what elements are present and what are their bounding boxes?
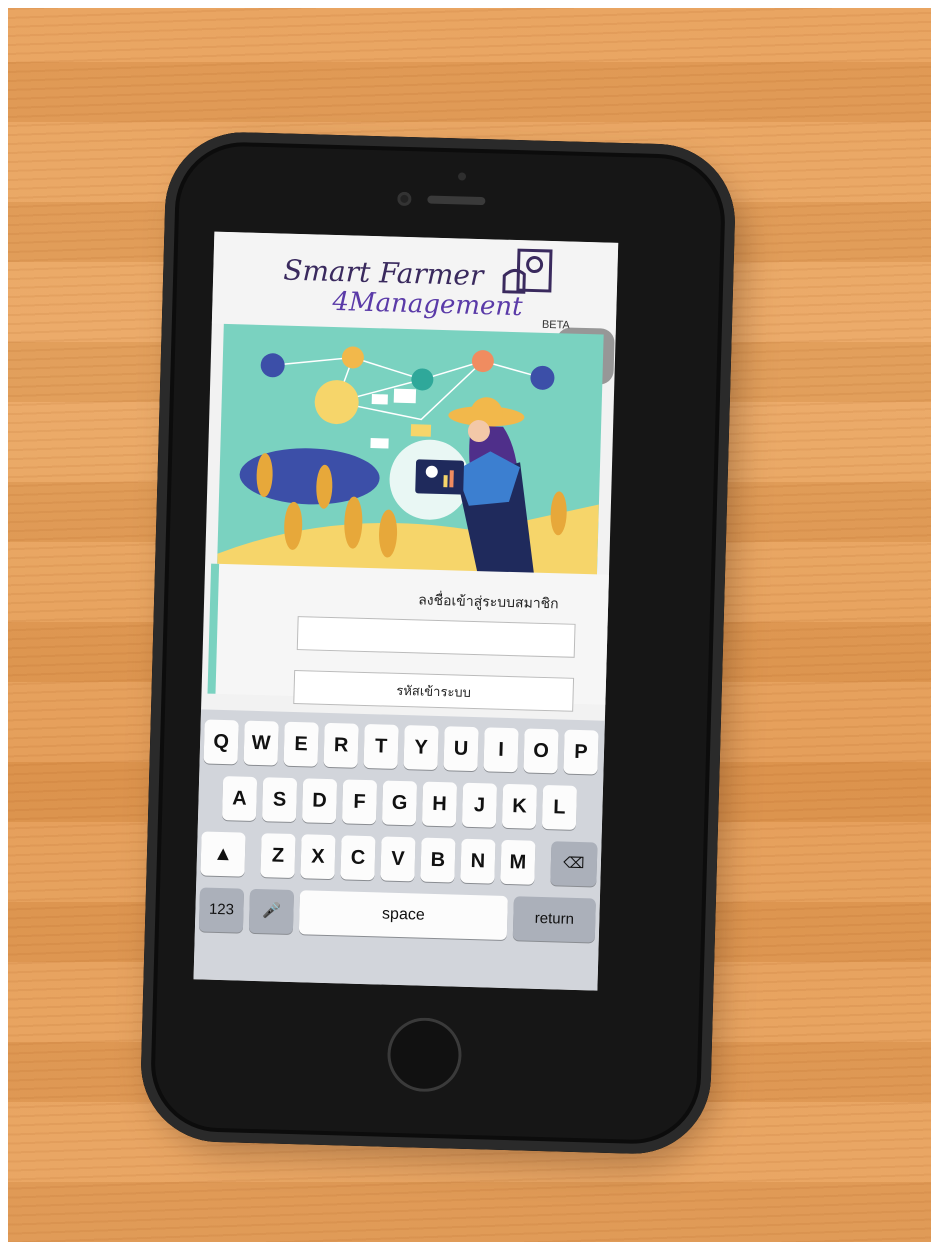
on-screen-keyboard: Q W E R T Y U I O P A S D F G H J K L ▲ … — [193, 709, 605, 991]
key-s[interactable]: S — [261, 777, 298, 823]
key-c[interactable]: C — [340, 835, 376, 881]
key-n[interactable]: N — [460, 838, 496, 884]
space-key[interactable]: space — [298, 890, 508, 941]
key-v[interactable]: V — [380, 836, 416, 882]
key-d[interactable]: D — [301, 778, 338, 824]
key-m[interactable]: M — [500, 839, 536, 885]
farmer-tablet-logo-icon — [502, 248, 553, 294]
key-o[interactable]: O — [523, 728, 559, 774]
front-camera — [397, 191, 412, 207]
smart-farm-illustration — [216, 323, 604, 583]
key-i[interactable]: I — [483, 727, 519, 773]
return-key[interactable]: return — [512, 896, 596, 943]
key-j[interactable]: J — [461, 782, 498, 828]
key-e[interactable]: E — [283, 721, 319, 767]
login-title: ลงชื่อเข้าสู่ระบบสมาชิก — [417, 591, 559, 612]
backspace-key[interactable]: ⌫ — [550, 841, 598, 887]
app-title-line1: Smart Farmer — [282, 253, 484, 293]
password-field[interactable]: รหัสเข้าระบบ — [293, 669, 575, 712]
login-form: ลงชื่อเข้าสู่ระบบสมาชิก รหัสเข้าระบบ — [207, 563, 619, 712]
key-x[interactable]: X — [300, 834, 336, 880]
phone-screen: Smart Farmer 4Management B ET A ลงชื่อเข้า… — [193, 231, 619, 991]
key-a[interactable]: A — [221, 776, 258, 821]
key-y[interactable]: Y — [403, 725, 439, 771]
key-k[interactable]: K — [501, 783, 538, 829]
key-h[interactable]: H — [421, 781, 458, 827]
key-p[interactable]: P — [563, 729, 599, 775]
home-button[interactable] — [386, 1016, 463, 1093]
key-w[interactable]: W — [243, 720, 279, 766]
key-t[interactable]: T — [363, 723, 399, 769]
proximity-sensor — [457, 172, 467, 181]
shift-key[interactable]: ▲ — [200, 831, 246, 877]
key-z[interactable]: Z — [260, 833, 296, 879]
key-r[interactable]: R — [323, 722, 359, 768]
photo-background: Smart Farmer 4Management B ET A ลงชื่อเข้า… — [8, 8, 931, 1242]
microphone-icon: 🎤 — [261, 902, 282, 920]
backspace-icon: ⌫ — [563, 854, 585, 873]
app-header: Smart Farmer 4Management BETA — [211, 231, 619, 335]
key-b[interactable]: B — [420, 837, 456, 883]
numbers-key[interactable]: 123 — [198, 887, 245, 933]
key-l[interactable]: L — [541, 784, 578, 830]
key-g[interactable]: G — [381, 780, 418, 826]
dictation-key[interactable]: 🎤 — [248, 888, 295, 935]
phone-device: Smart Farmer 4Management B ET A ลงชื่อเข้า… — [139, 130, 737, 1156]
key-f[interactable]: F — [341, 779, 378, 825]
key-u[interactable]: U — [443, 726, 479, 772]
app-title-line2: 4Management — [332, 286, 524, 323]
earpiece-speaker — [427, 195, 486, 206]
key-q[interactable]: Q — [203, 719, 239, 765]
username-field[interactable] — [296, 616, 576, 658]
shift-arrow-icon: ▲ — [212, 842, 234, 866]
